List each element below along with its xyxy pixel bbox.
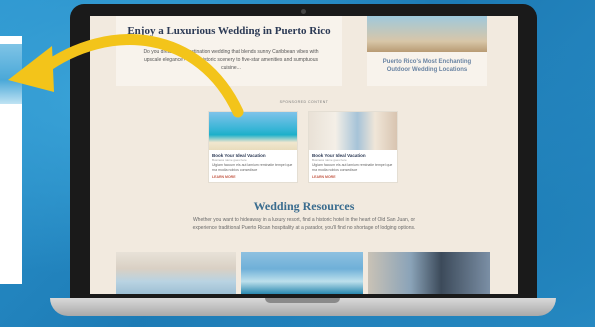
webcam-icon [301,9,306,14]
laptop-notch [265,298,340,303]
sponsored-ad-card[interactable]: Book Your Ideal Vacation Business name g… [308,111,398,183]
ad-street-image[interactable] [309,112,397,150]
ad-business-name: Business name goes here [312,158,347,162]
ad-learn-more-link[interactable]: LEARN MORE [212,175,236,179]
ad-beach-image[interactable] [209,112,297,150]
resource-photo-ballroom[interactable] [116,252,236,294]
wedding-resources-heading: Wedding Resources [253,199,355,213]
side-article-image[interactable] [367,16,487,52]
resource-photo-beach[interactable] [241,252,363,294]
ad-body: Ulgiam faccum els aut lamium reminatie t… [312,163,393,172]
laptop-screen: Enjoy a Luxurious Wedding in Puerto Rico… [90,16,518,294]
hero-article-title[interactable]: Enjoy a Luxurious Wedding in Puerto Rico [124,25,334,37]
hero-article-card[interactable]: Enjoy a Luxurious Wedding in Puerto Rico… [116,16,342,86]
wedding-resources-description: Whether you want to hideaway in a luxury… [192,217,416,231]
side-article-card[interactable]: Puerto Rico's Most Enchanting Outdoor We… [367,16,487,86]
side-article-title[interactable]: Puerto Rico's Most Enchanting Outdoor We… [373,58,481,74]
ad-learn-more-link[interactable]: LEARN MORE [312,175,336,179]
ad-business-name: Business name goes here [212,158,247,162]
sponsored-content-label: SPONSORED CONTENT [279,100,329,104]
resource-photo-couple[interactable] [368,252,490,294]
sponsored-ad-card[interactable]: Book Your Ideal Vacation Business name g… [208,111,298,183]
ad-body: Ulgiam faccum els aut lamium reminatie t… [212,163,293,172]
background-ocean-photo [0,44,22,104]
hero-article-description: Do you dream of a destination wedding th… [143,49,319,71]
